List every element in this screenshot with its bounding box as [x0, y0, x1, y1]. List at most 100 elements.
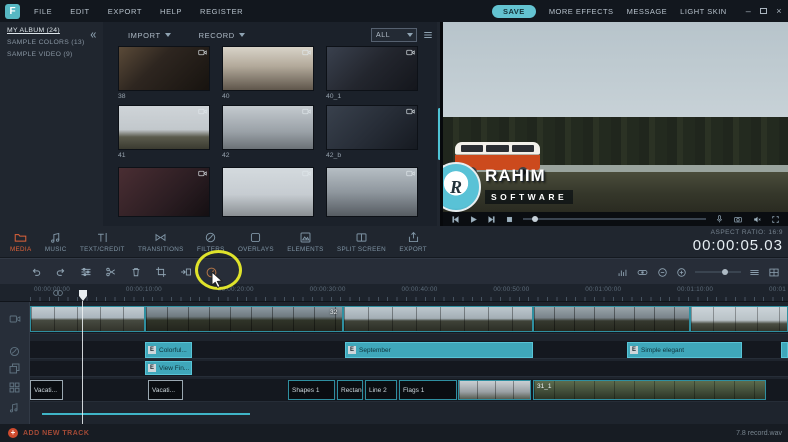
sidebar-item-sample-video[interactable]: SAMPLE VIDEO (9): [0, 46, 103, 58]
media-thumbnail[interactable]: [326, 46, 418, 91]
menu-register[interactable]: REGISTER: [200, 7, 243, 16]
snapshot-camera-button[interactable]: [733, 215, 743, 224]
tab-transitions[interactable]: TRANSITIONS: [138, 231, 184, 253]
preview-video[interactable]: R RAHIM SOFTWARE: [443, 22, 788, 212]
list-view-icon[interactable]: [423, 30, 433, 40]
video-track-icon[interactable]: [8, 313, 22, 325]
chevron-down-icon: [165, 33, 171, 37]
play-button[interactable]: [469, 215, 478, 224]
effect-badge: E: [148, 346, 156, 354]
tab-elements[interactable]: ELEMENTS: [287, 231, 323, 253]
next-frame-button[interactable]: [487, 215, 496, 224]
zoom-slider-thumb[interactable]: [722, 269, 728, 275]
voiceover-mic-button[interactable]: [715, 214, 724, 224]
split-scissors-button[interactable]: [105, 266, 117, 278]
video-clip[interactable]: 31_1: [533, 380, 766, 400]
add-new-track-button[interactable]: + ADD NEW TRACK: [8, 428, 89, 438]
effects-track: E Colorful... E September E Simple elega…: [30, 341, 788, 359]
delete-trash-button[interactable]: [130, 266, 142, 278]
redo-button[interactable]: [55, 266, 67, 278]
keyframe-icon[interactable]: [636, 267, 649, 278]
volume-button[interactable]: [752, 215, 762, 224]
menu-edit[interactable]: EDIT: [70, 7, 89, 16]
tab-export[interactable]: EXPORT: [399, 231, 427, 253]
track-manager-icon[interactable]: [768, 267, 780, 278]
add-to-timeline-button[interactable]: [180, 266, 192, 278]
mouse-cursor-icon: [211, 271, 224, 288]
text-badge: E: [148, 364, 156, 372]
media-filter-select[interactable]: ALL: [371, 28, 417, 42]
message-button[interactable]: MESSAGE: [627, 7, 668, 16]
filter-track-icon[interactable]: [8, 345, 21, 358]
effect-clip[interactable]: [781, 342, 788, 358]
element-clip[interactable]: Vacati...: [148, 380, 183, 400]
fullscreen-button[interactable]: [771, 215, 780, 224]
adjust-sliders-icon[interactable]: [80, 266, 92, 278]
record-dropdown[interactable]: RECORD: [199, 31, 245, 40]
previous-frame-button[interactable]: [451, 215, 460, 224]
effect-clip[interactable]: E September: [345, 342, 533, 358]
save-button[interactable]: SAVE: [492, 5, 536, 18]
menubar: FILE EDIT EXPORT HELP REGISTER: [34, 7, 243, 16]
fit-timeline-icon[interactable]: [749, 267, 760, 278]
crop-button[interactable]: [155, 266, 167, 278]
video-clip[interactable]: [30, 306, 145, 332]
media-thumbnail[interactable]: [326, 167, 418, 217]
more-effects-button[interactable]: MORE EFFECTS: [549, 7, 614, 16]
media-thumbnail[interactable]: [118, 105, 210, 150]
media-thumbnail[interactable]: [222, 167, 314, 217]
media-thumbnail[interactable]: [118, 46, 210, 91]
media-thumbnail[interactable]: [222, 105, 314, 150]
zoom-in-icon[interactable]: [676, 267, 687, 278]
close-button[interactable]: ×: [776, 6, 782, 16]
audio-mixer-icon[interactable]: [617, 267, 628, 278]
menu-file[interactable]: FILE: [34, 7, 52, 16]
seek-slider-thumb[interactable]: [532, 216, 538, 222]
import-dropdown[interactable]: IMPORT: [128, 31, 171, 40]
video-clip[interactable]: [690, 306, 788, 332]
maximize-button[interactable]: [760, 8, 767, 14]
collapse-sidebar-icon[interactable]: [88, 30, 98, 40]
elements-track-icon[interactable]: [8, 381, 21, 394]
light-skin-button[interactable]: LIGHT SKIN: [680, 7, 727, 16]
element-clip[interactable]: Flags 1: [399, 380, 457, 400]
playback-controls: [443, 212, 788, 226]
media-thumbnail-label: 41: [118, 152, 126, 159]
media-thumbnail[interactable]: [118, 167, 210, 217]
video-clip[interactable]: [533, 306, 690, 332]
element-clip[interactable]: Vacati...: [30, 380, 63, 400]
ruler-tick: 00:00:10:00: [126, 286, 162, 293]
tab-music[interactable]: MUSIC: [45, 231, 67, 253]
timeline-zoom-slider[interactable]: [695, 271, 741, 273]
tab-media[interactable]: MEDIA: [10, 231, 31, 253]
menu-export[interactable]: EXPORT: [108, 7, 142, 16]
video-clip[interactable]: [458, 380, 531, 400]
tab-split-screen[interactable]: SPLIT SCREEN: [337, 231, 386, 253]
effect-clip[interactable]: E Simple elegant: [627, 342, 742, 358]
text-track: E View Fin...: [30, 361, 788, 377]
video-clip[interactable]: [145, 306, 343, 332]
watermark-title: RAHIM: [485, 166, 546, 186]
element-clip[interactable]: Shapes 1: [288, 380, 335, 400]
effect-clip[interactable]: E Colorful...: [145, 342, 192, 358]
audio-track: [30, 404, 788, 420]
seek-slider[interactable]: [523, 218, 706, 220]
timeline-ruler[interactable]: 00:00:00:00 00:00:10:00 00:00:20:00 00:0…: [0, 284, 788, 302]
media-thumbnail[interactable]: [222, 46, 314, 91]
video-clip[interactable]: [343, 306, 533, 332]
audio-clip[interactable]: [42, 413, 250, 415]
tab-text-credit[interactable]: TEXT/CREDIT: [80, 231, 125, 253]
undo-button[interactable]: [30, 266, 42, 278]
text-clip[interactable]: E View Fin...: [145, 361, 192, 375]
tab-overlays[interactable]: OVERLAYS: [238, 231, 274, 253]
minimize-button[interactable]: –: [746, 6, 752, 16]
element-clip[interactable]: Line 2: [365, 380, 397, 400]
element-clip[interactable]: Rectangle: [337, 380, 363, 400]
menu-help[interactable]: HELP: [160, 7, 182, 16]
media-thumbnail[interactable]: [326, 105, 418, 150]
link-tracks-icon[interactable]: [52, 288, 64, 298]
audio-track-icon[interactable]: [8, 401, 20, 414]
overlay-track-icon[interactable]: [8, 362, 21, 375]
zoom-out-icon[interactable]: [657, 267, 668, 278]
stop-button[interactable]: [505, 215, 514, 224]
